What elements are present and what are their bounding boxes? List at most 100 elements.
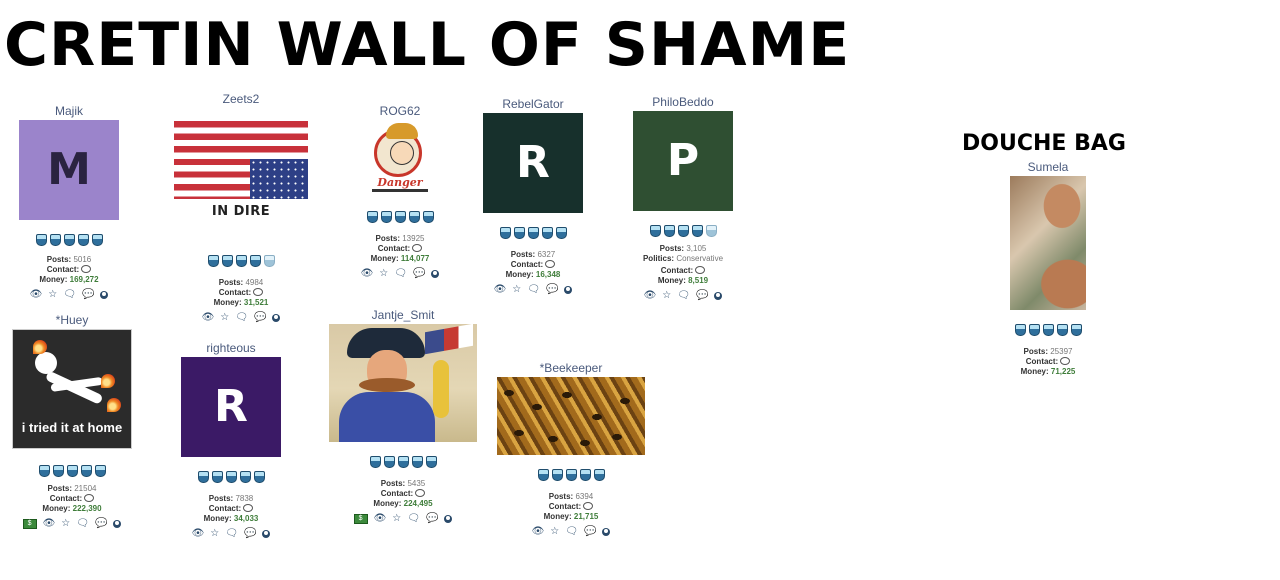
comments-icon[interactable]: 💬	[426, 514, 438, 524]
money-label: Money:	[505, 270, 534, 279]
painting-figure	[433, 360, 449, 418]
comments-icon[interactable]: 💬	[244, 529, 256, 539]
shield-badge-icon	[593, 469, 605, 481]
username-link[interactable]: *Beekeeper	[497, 360, 645, 376]
star-icon[interactable]: ☆	[662, 291, 671, 301]
username-link[interactable]: RebelGator	[458, 96, 608, 112]
comment-icon[interactable]: 🗨	[235, 313, 248, 323]
user-circle-icon[interactable]	[564, 286, 573, 294]
username-link[interactable]: righteous	[156, 340, 306, 356]
username-link[interactable]: Majik	[0, 103, 144, 119]
eye-icon[interactable]: 👁	[43, 519, 56, 529]
comment-icon[interactable]: 🗨	[394, 269, 407, 279]
username-link[interactable]: *Huey	[0, 312, 147, 328]
avatar[interactable]: M	[19, 120, 119, 220]
posts-count: 7838	[235, 494, 254, 503]
posts-count: 21504	[74, 484, 97, 493]
money-icon[interactable]: $	[22, 519, 37, 529]
username-link[interactable]: Sumela	[973, 159, 1123, 175]
speech-bubble-icon[interactable]	[81, 265, 92, 273]
star-icon[interactable]: ☆	[392, 514, 401, 524]
user-stats: Posts: 7838 Contact: Money: 34,033	[156, 494, 306, 524]
speech-bubble-icon[interactable]	[1060, 357, 1071, 365]
comments-icon[interactable]: 💬	[413, 269, 425, 279]
star-icon[interactable]: ☆	[512, 285, 521, 295]
shield-badge-icon	[225, 471, 237, 483]
eye-icon[interactable]: 👁	[532, 527, 545, 537]
star-icon[interactable]: ☆	[48, 290, 57, 300]
user-circle-icon[interactable]	[113, 520, 122, 528]
shield-badge-icon	[253, 471, 265, 483]
money-label: Money:	[370, 254, 399, 263]
shield-badge-icon	[394, 211, 406, 223]
comments-icon[interactable]: 💬	[696, 291, 708, 301]
avatar[interactable]	[329, 324, 477, 442]
shield-badge-icon	[91, 234, 103, 246]
speech-bubble-icon[interactable]	[253, 288, 264, 296]
speech-bubble-icon[interactable]	[243, 504, 254, 512]
user-circle-icon[interactable]	[431, 270, 440, 278]
comment-icon[interactable]: 🗨	[565, 527, 578, 537]
avatar[interactable]	[1010, 176, 1086, 310]
speech-bubble-icon[interactable]	[412, 244, 423, 252]
eye-icon[interactable]: 👁	[30, 290, 43, 300]
eye-icon[interactable]: 👁	[192, 529, 205, 539]
eye-icon[interactable]: 👁	[644, 291, 657, 301]
user-stats: Posts: 21504 Contact: Money: 222,390	[0, 484, 147, 514]
star-icon[interactable]: ☆	[61, 519, 70, 529]
user-card-righteous: righteous R Posts: 7838 Contact: Money: …	[156, 340, 306, 540]
speech-bubble-icon[interactable]	[695, 266, 706, 274]
eye-icon[interactable]: 👁	[202, 313, 215, 323]
comment-icon[interactable]: 🗨	[407, 514, 420, 524]
speech-bubble-icon[interactable]	[545, 260, 556, 268]
painting-flag	[425, 324, 473, 355]
avatar[interactable]: Danger	[362, 121, 438, 201]
star-icon[interactable]: ☆	[379, 269, 388, 279]
comments-icon[interactable]: 💬	[546, 285, 558, 295]
comments-icon[interactable]: 💬	[584, 527, 596, 537]
avatar[interactable]: P	[633, 111, 733, 211]
comments-icon[interactable]: 💬	[82, 290, 94, 300]
user-circle-icon[interactable]	[602, 528, 611, 536]
user-circle-icon[interactable]	[444, 515, 453, 523]
star-icon[interactable]: ☆	[220, 313, 229, 323]
avatar[interactable]: R	[181, 357, 281, 457]
user-card-philobeddo: PhiloBeddo P Posts: 3,105 Politics: Cons…	[608, 94, 758, 302]
avatar[interactable]	[497, 377, 645, 455]
speech-bubble-icon[interactable]	[583, 502, 594, 510]
eye-icon[interactable]: 👁	[374, 514, 387, 524]
posts-count: 6327	[537, 250, 556, 259]
comments-icon[interactable]: 💬	[95, 519, 107, 529]
user-circle-icon[interactable]	[100, 291, 109, 299]
user-circle-icon[interactable]	[714, 292, 723, 300]
eye-icon[interactable]: 👁	[494, 285, 507, 295]
rank-badges	[458, 227, 608, 240]
avatar-letter: M	[47, 144, 91, 195]
username-link[interactable]: Jantje_Smit	[329, 307, 477, 323]
username-link[interactable]: Zeets2	[166, 91, 316, 107]
username-link[interactable]: PhiloBeddo	[608, 94, 758, 110]
money-icon[interactable]: $	[353, 514, 368, 524]
avatar-caption: IN DIRE DISTRESS	[174, 199, 308, 225]
comment-icon[interactable]: 🗨	[63, 290, 76, 300]
comment-icon[interactable]: 🗨	[677, 291, 690, 301]
user-circle-icon[interactable]	[262, 530, 271, 538]
avatar[interactable]: i tried it at home	[12, 329, 132, 449]
avatar[interactable]: R	[483, 113, 583, 213]
speech-bubble-icon[interactable]	[415, 489, 426, 497]
shield-badge-icon	[691, 225, 703, 237]
comments-icon[interactable]: 💬	[254, 313, 266, 323]
eye-icon[interactable]: 👁	[361, 269, 374, 279]
star-icon[interactable]: ☆	[210, 529, 219, 539]
username-link[interactable]: ROG62	[325, 103, 475, 119]
user-circle-icon[interactable]	[272, 314, 281, 322]
star-icon[interactable]: ☆	[550, 527, 559, 537]
contact-label: Contact:	[377, 244, 411, 253]
comment-icon[interactable]: 🗨	[76, 519, 89, 529]
shield-badge-icon	[425, 456, 437, 468]
speech-bubble-icon[interactable]	[84, 494, 95, 502]
comment-icon[interactable]: 🗨	[527, 285, 540, 295]
avatar[interactable]: IN DIRE DISTRESS	[174, 121, 308, 225]
user-actions: $ 👁 ☆ 🗨 💬	[329, 513, 477, 525]
comment-icon[interactable]: 🗨	[225, 529, 238, 539]
